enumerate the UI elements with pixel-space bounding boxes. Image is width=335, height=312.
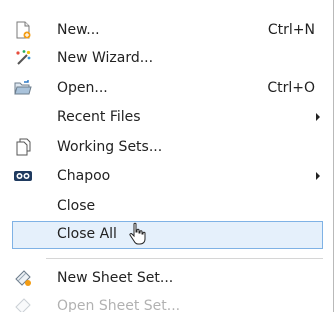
shortcut-label: Ctrl+O [267, 80, 315, 96]
new-file-icon [14, 21, 32, 39]
menu-item-recent-files[interactable]: Recent Files [0, 104, 333, 130]
file-menu: New... Ctrl+N New Wizard... Open... Ctrl… [0, 0, 334, 312]
menu-item-label: New... [57, 22, 100, 38]
menu-item-close[interactable]: Close [0, 193, 333, 219]
menu-item-label: Close All [57, 226, 117, 242]
open-sheet-set-icon [14, 297, 32, 312]
menu-item-label: New Sheet Set... [57, 270, 174, 286]
menu-item-label: Open Sheet Set... [57, 298, 181, 312]
submenu-arrow-icon [316, 172, 320, 180]
menu-item-label: Working Sets... [57, 139, 163, 155]
menu-item-label: Recent Files [57, 109, 141, 125]
menu-item-label: Close [57, 198, 96, 214]
menu-item-new[interactable]: New... Ctrl+N [0, 17, 333, 43]
menu-item-label: Open... [57, 80, 108, 96]
menu-item-chapoo[interactable]: Chapoo [0, 163, 333, 189]
submenu-arrow-icon [316, 113, 320, 121]
menu-item-new-sheet-set[interactable]: New Sheet Set... [0, 265, 333, 291]
mouse-pointer-icon [127, 222, 147, 246]
working-sets-icon [14, 138, 32, 156]
menu-item-open[interactable]: Open... Ctrl+O [0, 75, 333, 101]
menu-item-new-wizard[interactable]: New Wizard... [0, 45, 333, 71]
menu-separator [46, 258, 323, 259]
new-sheet-set-icon [14, 269, 32, 287]
menu-item-open-sheet-set[interactable]: Open Sheet Set... [0, 293, 333, 312]
chapoo-icon [14, 167, 32, 185]
menu-item-working-sets[interactable]: Working Sets... [0, 134, 333, 160]
shortcut-label: Ctrl+N [267, 22, 315, 38]
menu-item-label: Chapoo [57, 168, 111, 184]
menu-item-close-all[interactable]: Close All [12, 221, 323, 249]
open-folder-icon [14, 79, 32, 97]
wizard-wand-icon [14, 49, 32, 67]
menu-item-label: New Wizard... [57, 50, 154, 66]
